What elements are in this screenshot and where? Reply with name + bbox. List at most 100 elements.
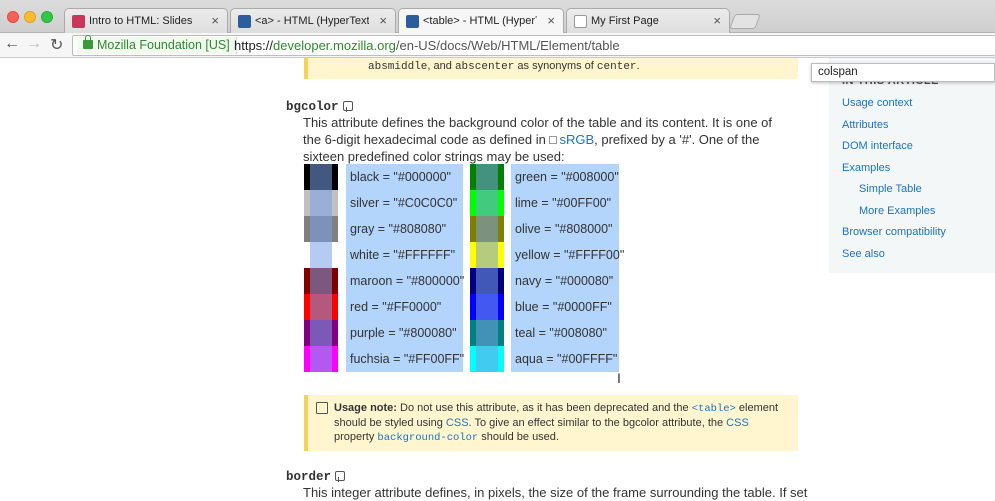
color-name: lime = "#00FF00" [511, 190, 619, 216]
color-name: olive = "#808000" [511, 216, 619, 242]
code-center: center [596, 61, 637, 73]
note-icon [316, 402, 328, 414]
ev-certificate-badge[interactable]: Mozilla Foundation [US] [77, 35, 237, 54]
new-tab-button[interactable] [729, 14, 761, 29]
minimize-window-button[interactable] [24, 11, 36, 23]
color-name: blue = "#0000FF" [511, 294, 619, 320]
text-cursor-icon: I [617, 370, 621, 386]
color-swatch [470, 190, 504, 216]
sidebar-item-dom-interface[interactable]: DOM interface [842, 140, 913, 152]
code-abscenter: abscenter [454, 61, 515, 73]
color-row: blue = "#0000FF" [304, 294, 624, 320]
url-host: developer.mozilla.org [273, 38, 396, 53]
tab-my-first-page[interactable]: My First Page × [566, 8, 730, 33]
color-swatch [470, 216, 504, 242]
browser-toolbar: ← → ↻ Mozilla Foundation [US] https://de… [0, 33, 995, 58]
usage-text: . To give an effect similar to the bgcol… [468, 417, 727, 429]
srgb-link[interactable]: sRGB [549, 132, 594, 147]
mdn-favicon-icon [238, 15, 251, 28]
color-swatch [470, 346, 504, 372]
usage-text: property [334, 431, 378, 443]
url-path: /en-US/docs/Web/HTML/Element/table [395, 38, 620, 53]
color-row: navy = "#000080" [304, 268, 624, 294]
reload-icon[interactable]: ↻ [50, 35, 63, 55]
url-scheme: https:// [234, 38, 274, 53]
zoom-window-button[interactable] [41, 11, 53, 23]
attribute-name: border [286, 470, 332, 484]
ev-label: Mozilla Foundation [US] [97, 38, 230, 52]
external-link-icon [549, 136, 558, 144]
note-text: , and [427, 60, 455, 72]
attribute-name: bgcolor [286, 100, 339, 114]
forward-arrow-icon[interactable]: → [26, 35, 42, 53]
thumbs-down-icon[interactable] [342, 101, 353, 112]
usage-text: should be used. [478, 431, 559, 443]
border-description: This integer attribute defines, in pixel… [303, 485, 808, 500]
selection-highlight [476, 294, 498, 320]
color-name: navy = "#000080" [511, 268, 619, 294]
close-tab-icon[interactable]: × [547, 13, 555, 28]
color-row: teal = "#008080" [304, 320, 624, 346]
selection-highlight [476, 216, 498, 242]
css-link[interactable]: CSS [726, 417, 749, 429]
usage-note: Usage note: Do not use this attribute, a… [304, 395, 798, 451]
color-name: green = "#008000" [511, 164, 619, 190]
sidebar-item-see-also[interactable]: See also [842, 248, 885, 260]
selection-highlight [476, 242, 498, 268]
lock-icon [83, 35, 93, 49]
color-name: yellow = "#FFFF00" [511, 242, 624, 268]
selection-highlight [476, 346, 498, 372]
close-window-button[interactable] [7, 11, 19, 23]
page-icon [574, 15, 587, 28]
sidebar-item-more-examples[interactable]: More Examples [859, 205, 935, 217]
back-arrow-icon[interactable]: ← [4, 35, 20, 53]
mdn-favicon-icon [406, 15, 419, 28]
selection-highlight [476, 164, 498, 190]
color-swatch [470, 164, 504, 190]
bgcolor-description: This attribute defines the background co… [303, 114, 793, 165]
color-row: green = "#008000" [304, 164, 624, 190]
color-row: olive = "#808000" [304, 216, 624, 242]
tab-label: <a> - HTML (HyperText Ma [255, 15, 369, 27]
color-swatch [470, 242, 504, 268]
sidebar-item-examples[interactable]: Examples [842, 162, 890, 174]
color-name: aqua = "#00FFFF" [511, 346, 619, 372]
sidebar-item-attributes[interactable]: Attributes [842, 119, 888, 131]
thumbs-down-icon[interactable] [335, 471, 346, 482]
color-swatch [470, 320, 504, 346]
selection-highlight [476, 320, 498, 346]
color-swatch [470, 268, 504, 294]
tab-table-element[interactable]: <table> - HTML (HyperText × [398, 8, 564, 34]
selection-highlight [476, 190, 498, 216]
close-tab-icon[interactable]: × [211, 13, 219, 28]
color-row: aqua = "#00FFFF" [304, 346, 624, 372]
table-code-link[interactable]: <table> [692, 403, 736, 415]
sidebar-item-browser-compatibility[interactable]: Browser compatibility [842, 226, 946, 238]
css-link[interactable]: CSS [446, 417, 469, 429]
find-in-page-input[interactable]: colspan [811, 63, 995, 82]
url-text: https://developer.mozilla.org/en-US/docs… [234, 38, 620, 53]
tab-label: <table> - HTML (HyperText [423, 15, 537, 27]
tab-intro-slides[interactable]: Intro to HTML: Slides × [64, 8, 228, 33]
background-color-code-link[interactable]: background-color [377, 432, 478, 444]
page-content: absmiddle, and abscenter as synonyms of … [0, 58, 995, 501]
note-text: . [636, 60, 640, 72]
selection-highlight [476, 268, 498, 294]
usage-text: Do not use this attribute, as it has bee… [396, 402, 692, 414]
article-sidebar: IN THIS ARTICLE Usage context Attributes… [829, 58, 995, 273]
close-tab-icon[interactable]: × [713, 13, 721, 28]
color-name: teal = "#008080" [511, 320, 619, 346]
slides-favicon-icon [72, 15, 85, 28]
sidebar-item-usage-context[interactable]: Usage context [842, 97, 912, 109]
top-note: absmiddle, and abscenter as synonyms of … [304, 58, 798, 79]
tab-label: Intro to HTML: Slides [89, 15, 193, 27]
tab-a-element[interactable]: <a> - HTML (HyperText Ma × [230, 8, 396, 33]
tab-strip: Intro to HTML: Slides × <a> - HTML (Hype… [0, 0, 995, 34]
sidebar-item-simple-table[interactable]: Simple Table [859, 183, 922, 195]
address-bar[interactable]: Mozilla Foundation [US] https://develope… [72, 35, 995, 56]
close-tab-icon[interactable]: × [379, 13, 387, 28]
tab-label: My First Page [591, 15, 659, 27]
color-swatch [470, 294, 504, 320]
color-row: yellow = "#FFFF00" [304, 242, 624, 268]
color-row: lime = "#00FF00" [304, 190, 624, 216]
